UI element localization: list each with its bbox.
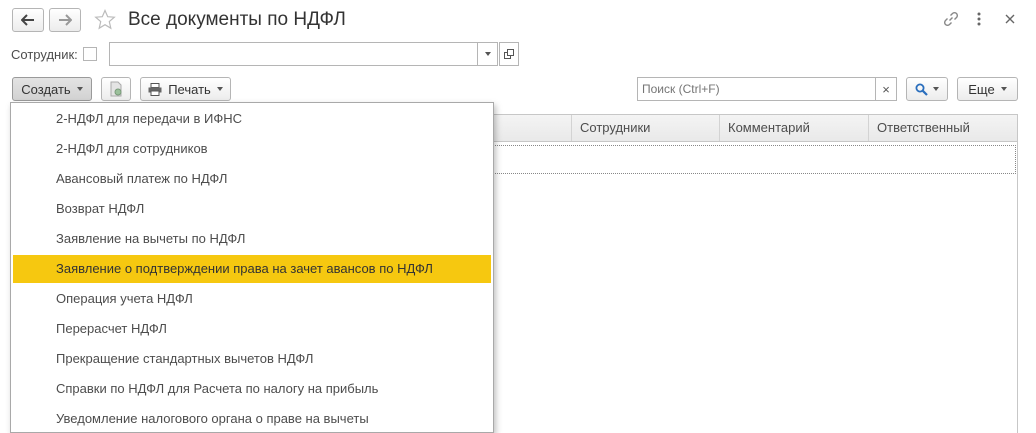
menu-item-ndfl-refund[interactable]: Возврат НДФЛ xyxy=(13,195,491,223)
back-arrow-icon xyxy=(21,14,34,26)
more-vertical-icon[interactable] xyxy=(976,11,982,27)
menu-item-ndfl-recalculation[interactable]: Перерасчет НДФЛ xyxy=(13,315,491,343)
chevron-down-icon xyxy=(76,87,83,91)
chevron-down-icon xyxy=(484,52,491,56)
employee-dropdown-button[interactable] xyxy=(477,42,498,66)
chevron-down-icon xyxy=(1000,87,1007,91)
menu-item-advance-offset-confirmation[interactable]: Заявление о подтверждении права на зачет… xyxy=(13,255,491,283)
employee-label: Сотрудник: xyxy=(11,47,78,62)
forward-arrow-icon xyxy=(59,14,72,26)
copy-doc-icon xyxy=(110,81,122,97)
back-button[interactable] xyxy=(12,8,44,32)
menu-item-ndfl-accounting-operation[interactable]: Операция учета НДФЛ xyxy=(13,285,491,313)
column-header-employees[interactable]: Сотрудники xyxy=(571,115,719,141)
favorite-star-icon[interactable] xyxy=(94,9,116,30)
menu-item-2ndfl-employees[interactable]: 2-НДФЛ для сотрудников xyxy=(13,135,491,163)
menu-item-advance-payment[interactable]: Авансовый платеж по НДФЛ xyxy=(13,165,491,193)
forward-button[interactable] xyxy=(49,8,81,32)
search-input[interactable] xyxy=(637,77,876,101)
employee-open-button[interactable] xyxy=(499,42,519,66)
create-button-label: Создать xyxy=(21,81,71,97)
search-button[interactable] xyxy=(906,77,948,101)
create-button[interactable]: Создать xyxy=(12,77,92,101)
printer-icon xyxy=(148,82,162,96)
link-icon[interactable] xyxy=(943,11,959,27)
page-title: Все документы по НДФЛ xyxy=(128,9,346,30)
search-clear-button[interactable]: × xyxy=(875,77,897,101)
menu-item-profit-tax-certificates[interactable]: Справки по НДФЛ для Расчета по налогу на… xyxy=(13,375,491,403)
column-header-responsible[interactable]: Ответственный xyxy=(868,115,1017,141)
more-button[interactable]: Еще xyxy=(957,77,1018,101)
open-icon xyxy=(504,49,514,59)
chevron-down-icon xyxy=(216,87,223,91)
menu-item-2ndfl-ifns[interactable]: 2-НДФЛ для передачи в ИФНС xyxy=(13,105,491,133)
print-button[interactable]: Печать xyxy=(140,77,231,101)
more-button-label: Еще xyxy=(968,81,995,97)
menu-item-tax-authority-notification[interactable]: Уведомление налогового органа о праве на… xyxy=(13,405,491,433)
print-button-label: Печать xyxy=(168,81,211,97)
create-menu: 2-НДФЛ для передачи в ИФНС 2-НДФЛ для со… xyxy=(10,102,494,433)
menu-item-deduction-application[interactable]: Заявление на вычеты по НДФЛ xyxy=(13,225,491,253)
employee-field[interactable] xyxy=(109,42,498,66)
column-header-comment[interactable]: Комментарий xyxy=(719,115,868,141)
search-icon xyxy=(915,83,928,96)
chevron-down-icon xyxy=(933,87,939,91)
employee-checkbox[interactable] xyxy=(83,47,97,61)
menu-item-stop-standard-deductions[interactable]: Прекращение стандартных вычетов НДФЛ xyxy=(13,345,491,373)
copy-button[interactable] xyxy=(101,77,131,101)
close-icon[interactable] xyxy=(1005,14,1015,24)
